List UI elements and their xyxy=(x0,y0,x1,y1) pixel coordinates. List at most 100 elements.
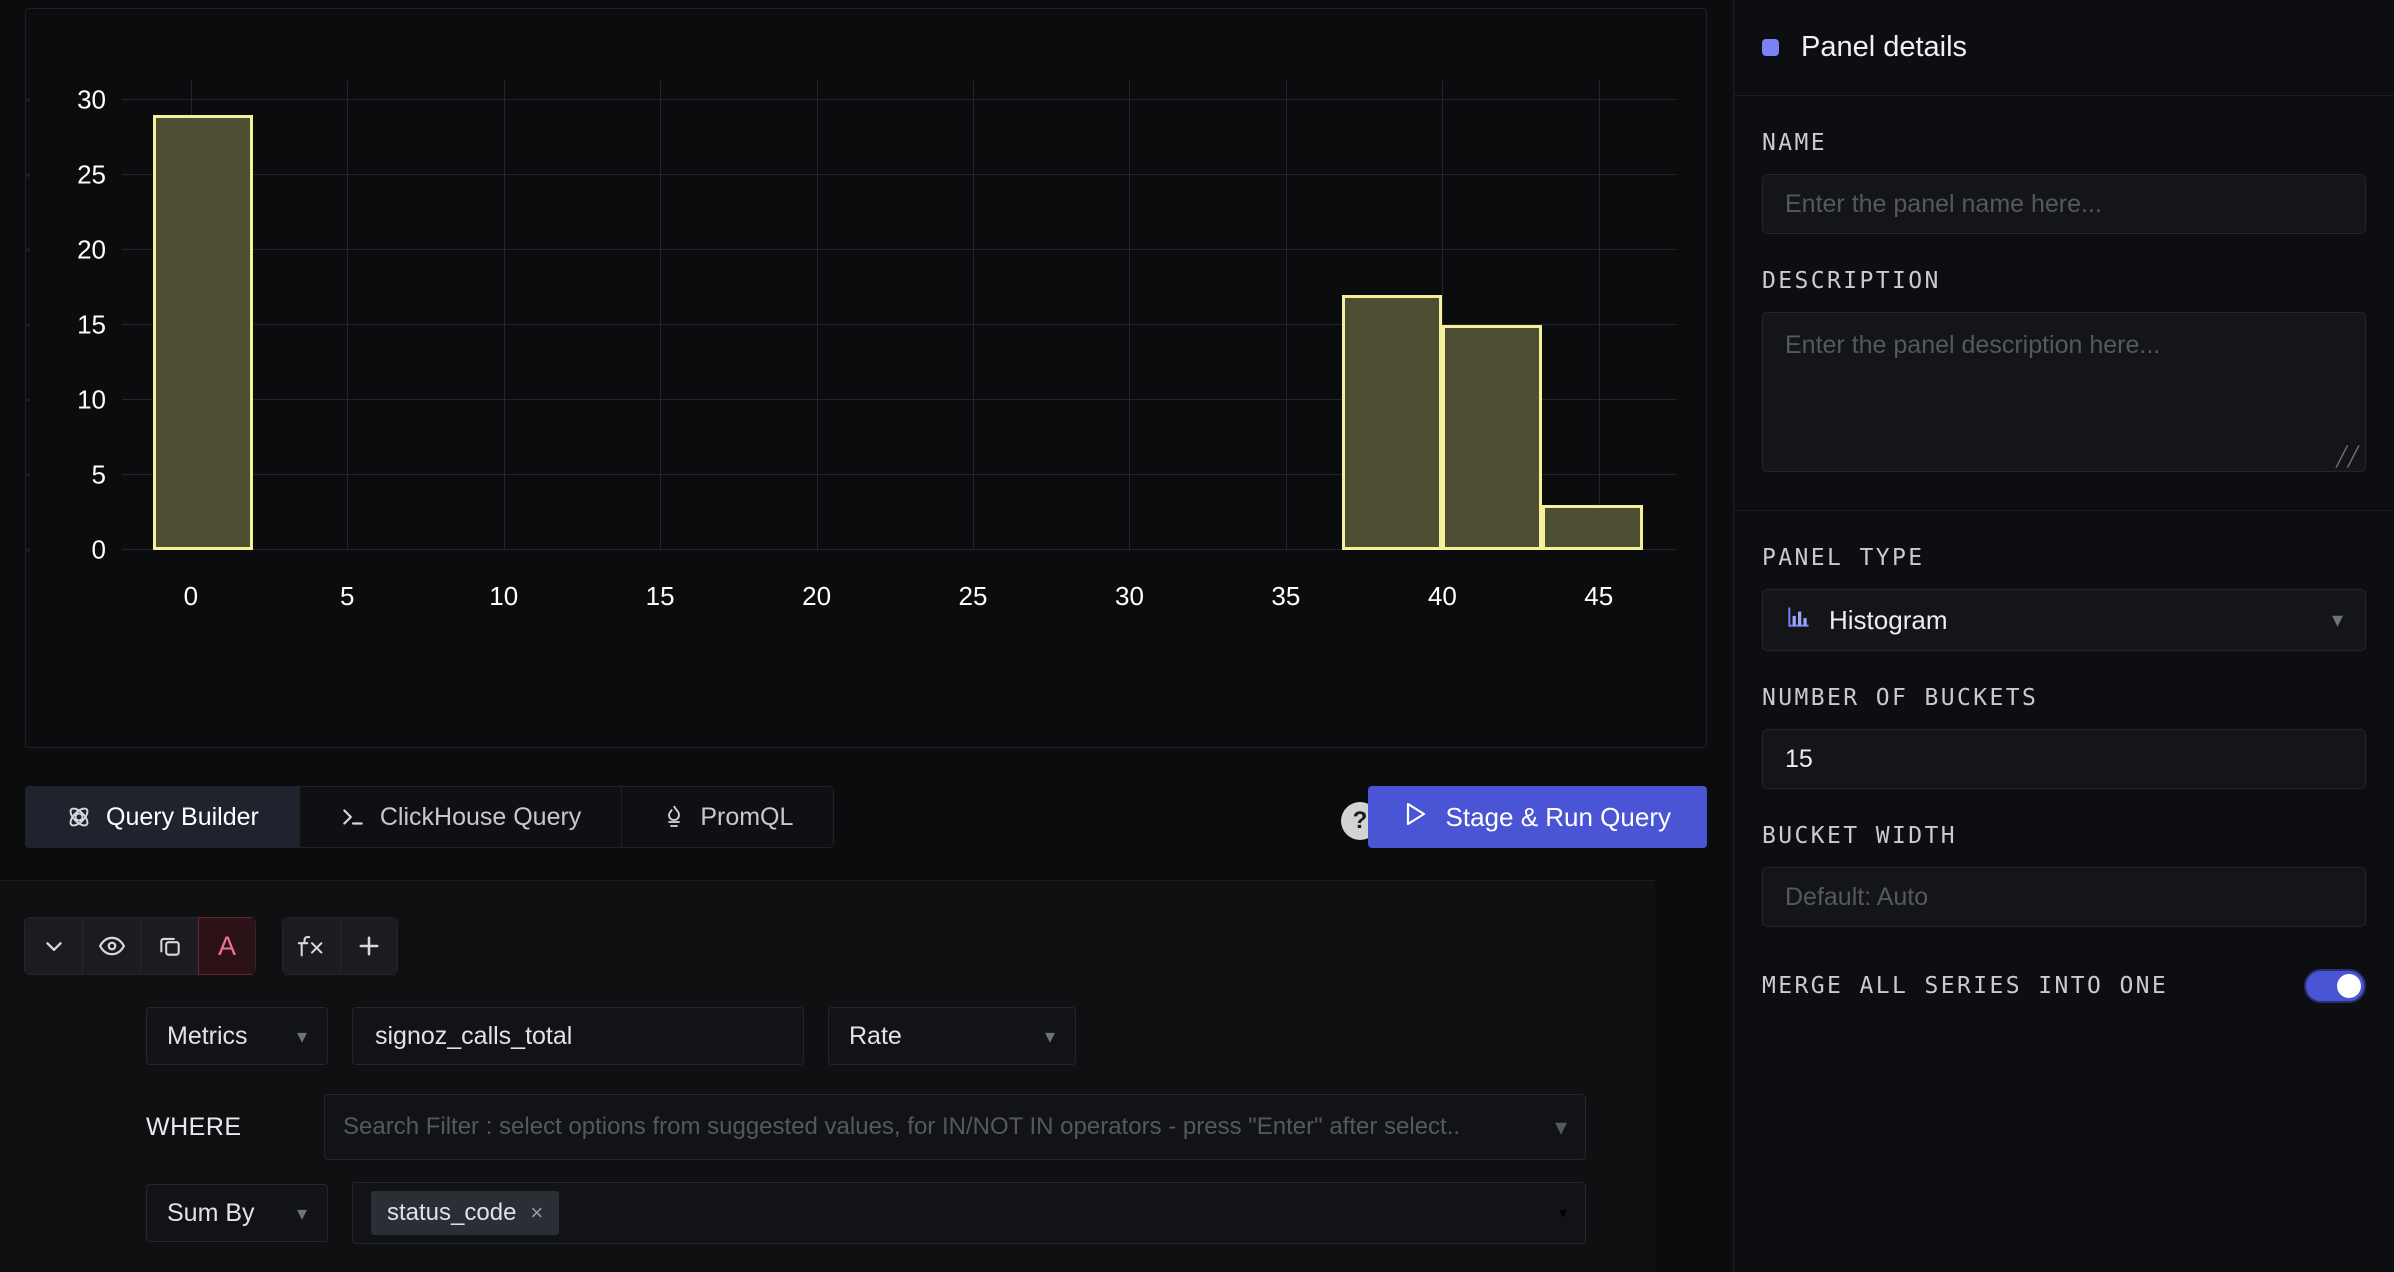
group-by-chip[interactable]: status_code × xyxy=(371,1191,560,1235)
histogram-bar[interactable] xyxy=(1542,505,1643,550)
y-axis-tick-label: 15 xyxy=(77,309,106,340)
y-axis-tick-mark xyxy=(26,398,30,403)
chevron-down-icon: ▾ xyxy=(2331,607,2343,632)
x-axis-tick-label: 15 xyxy=(645,581,675,611)
merge-series-toggle[interactable] xyxy=(2304,969,2366,1003)
histogram-plot[interactable]: 0 5 10 15 20 25 30 0 5 10 15 20 25 30 35 40 45 xyxy=(26,81,1677,611)
y-axis-tick-mark xyxy=(26,248,30,253)
x-gridline xyxy=(973,81,975,550)
x-axis-tick-label: 30 xyxy=(1114,581,1144,611)
where-filter-input[interactable]: Search Filter : select options from sugg… xyxy=(324,1094,1586,1160)
tab-label: PromQL xyxy=(700,802,794,831)
tab-label: Query Builder xyxy=(106,802,259,831)
y-axis-tick-label: 10 xyxy=(77,384,106,415)
panel-description-textarea[interactable]: Enter the panel description here... ╱╱ xyxy=(1762,312,2366,472)
metric-name-input[interactable]: signoz_calls_total xyxy=(352,1007,804,1065)
panel-details-header: Panel details xyxy=(1734,0,2394,96)
x-axis-tick-label: 0 xyxy=(183,581,199,611)
group-by-row: Sum By ▾ status_code × ▾ xyxy=(146,1182,1586,1244)
panel-details-title: Panel details xyxy=(1801,31,1968,63)
aggregation-label: Rate xyxy=(849,1021,902,1050)
x-gridline xyxy=(503,81,505,550)
bucket-width-input[interactable]: Default: Auto xyxy=(1762,867,2366,927)
panel-type-label: PANEL TYPE xyxy=(1762,545,1925,571)
stage-and-run-query-button[interactable]: Stage & Run Query xyxy=(1367,786,1707,848)
query-toolbar: Query Builder ClickHouse Query PromQL ? St… xyxy=(25,786,1707,866)
fx-icon[interactable] xyxy=(282,917,340,975)
resize-handle-icon[interactable]: ╱╱ xyxy=(2336,448,2359,467)
chevron-down-icon: ▾ xyxy=(1554,1113,1567,1141)
editor-left-column: 0 5 10 15 20 25 30 0 5 10 15 20 25 30 35 40 45 Query Bui… xyxy=(0,0,1733,1272)
bucket-width-placeholder: Default: Auto xyxy=(1785,882,1929,911)
panel-editor-screen: 0 5 10 15 20 25 30 0 5 10 15 20 25 30 35 40 45 Query Bui… xyxy=(0,0,2394,1272)
y-axis-tick-label: 20 xyxy=(77,234,106,265)
buckets-label: NUMBER OF BUCKETS xyxy=(1762,685,2039,711)
terminal-icon xyxy=(340,804,366,830)
buckets-value: 15 xyxy=(1785,744,1813,773)
chart-panel: 0 5 10 15 20 25 30 0 5 10 15 20 25 30 35 40 45 xyxy=(25,8,1707,748)
tab-query-builder[interactable]: Query Builder xyxy=(25,786,299,848)
x-axis-tick-label: 10 xyxy=(489,581,519,611)
query-extra-controls xyxy=(282,917,398,975)
y-gridline xyxy=(122,99,1677,101)
chevron-down-icon: ▾ xyxy=(1558,1205,1567,1222)
panel-type-field: PANEL TYPE Histogram ▾ xyxy=(1734,511,2394,651)
y-gridline xyxy=(122,174,1677,176)
tab-clickhouse-query[interactable]: ClickHouse Query xyxy=(298,786,622,848)
x-axis-tick-label: 25 xyxy=(958,581,988,611)
bucket-width-label: BUCKET WIDTH xyxy=(1762,823,1957,849)
histogram-bar[interactable] xyxy=(1342,295,1443,550)
copy-icon[interactable] xyxy=(140,917,198,975)
where-label: WHERE xyxy=(146,1112,242,1141)
group-by-values-input[interactable]: status_code × ▾ xyxy=(352,1182,1586,1244)
chart-plot-area: 0 5 10 15 20 25 30 0 5 10 15 20 25 30 35 40 45 xyxy=(26,9,1706,747)
tab-promql[interactable]: PromQL xyxy=(621,786,835,848)
panel-type-select[interactable]: Histogram ▾ xyxy=(1762,589,2366,651)
x-gridline xyxy=(1129,81,1131,550)
data-source-select[interactable]: Metrics ▾ xyxy=(146,1007,328,1065)
y-gridline xyxy=(122,249,1677,251)
panel-details-sidebar: Panel details NAME Enter the panel name … xyxy=(1733,0,2394,1272)
aggregation-select[interactable]: Rate ▾ xyxy=(828,1007,1076,1065)
data-source-label: Metrics xyxy=(167,1021,248,1050)
y-axis-tick-mark xyxy=(26,323,30,328)
close-icon[interactable]: × xyxy=(530,1200,543,1226)
histogram-bar[interactable] xyxy=(1442,325,1543,550)
chip-label: status_code xyxy=(387,1199,517,1226)
group-by-select[interactable]: Sum By ▾ xyxy=(146,1184,328,1242)
x-axis-tick-label: 35 xyxy=(1271,581,1301,611)
query-type-tabs: Query Builder ClickHouse Query PromQL xyxy=(25,786,835,848)
y-axis-tick-label: 5 xyxy=(91,459,106,490)
plus-icon[interactable] xyxy=(340,917,398,975)
y-axis-tick-mark xyxy=(26,548,30,552)
x-axis-tick-label: 20 xyxy=(802,581,832,611)
x-gridline xyxy=(1285,81,1287,550)
panel-description-label: DESCRIPTION xyxy=(1762,268,1941,294)
panel-description-field: DESCRIPTION Enter the panel description … xyxy=(1734,234,2394,472)
x-gridline xyxy=(816,81,818,550)
metric-row: Metrics ▾ signoz_calls_total Rate ▾ xyxy=(146,1007,1586,1065)
y-axis-tick-label: 30 xyxy=(77,84,106,115)
toggle-knob xyxy=(2337,974,2361,998)
chevron-down-icon[interactable] xyxy=(24,917,82,975)
where-filter-placeholder: Search Filter : select options from sugg… xyxy=(343,1113,1461,1140)
buckets-input[interactable]: 15 xyxy=(1762,729,2366,789)
y-axis-tick-mark xyxy=(26,173,30,178)
merge-series-field: MERGE ALL SERIES INTO ONE xyxy=(1734,927,2394,1003)
y-axis-tick-label: 25 xyxy=(77,159,106,190)
eye-icon[interactable] xyxy=(82,917,140,975)
metric-name-value: signoz_calls_total xyxy=(375,1021,573,1050)
query-legend-badge[interactable]: A xyxy=(198,917,256,975)
histogram-bar[interactable] xyxy=(153,115,254,550)
y-axis-tick-mark xyxy=(26,98,30,103)
x-axis-tick-label: 5 xyxy=(340,581,355,611)
panel-name-input[interactable]: Enter the panel name here... xyxy=(1762,174,2366,234)
x-gridline xyxy=(347,81,349,550)
bucket-width-field: BUCKET WIDTH Default: Auto xyxy=(1734,789,2394,927)
panel-name-field: NAME Enter the panel name here... xyxy=(1734,96,2394,234)
merge-series-label: MERGE ALL SERIES INTO ONE xyxy=(1762,973,2169,999)
where-row: WHERE Search Filter : select options fro… xyxy=(146,1094,1586,1160)
histogram-icon xyxy=(1785,604,1811,637)
query-builder-body: A Metrics ▾ signoz_calls_total Rate ▾ WH… xyxy=(0,880,1655,1272)
x-gridline xyxy=(1598,81,1600,550)
